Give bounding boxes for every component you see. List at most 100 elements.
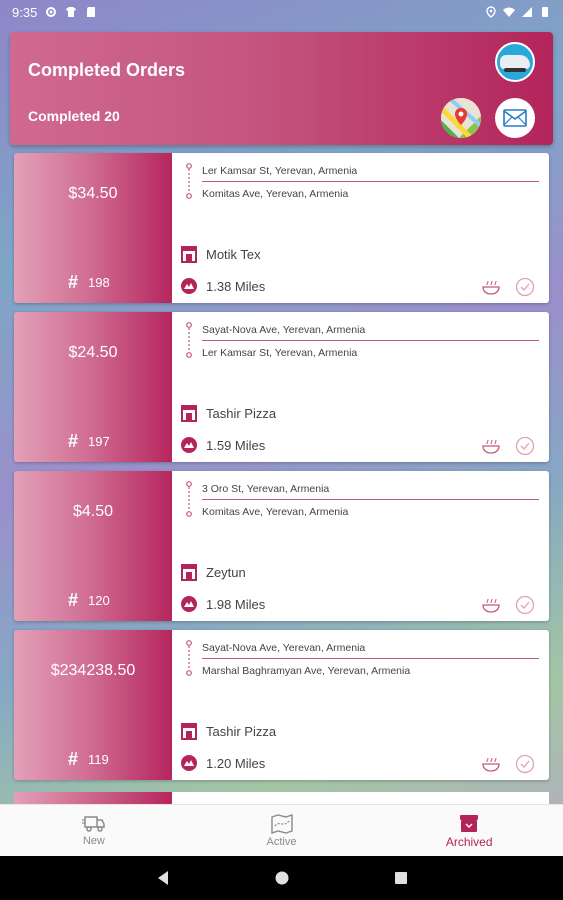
order-summary: $34.50 # 198 xyxy=(14,153,172,303)
dropoff-address: Komitas Ave, Yerevan, Armenia xyxy=(202,506,349,518)
maps-button[interactable] xyxy=(441,98,481,138)
shop-row: Tashir Pizza xyxy=(180,404,276,422)
battery-icon xyxy=(542,7,548,17)
route-icon xyxy=(186,163,192,199)
order-number: 119 xyxy=(88,752,109,767)
pickup-address: 3 Oro St, Yerevan, Armenia xyxy=(202,483,539,500)
store-icon xyxy=(181,723,197,740)
distance-value: 1.59 Miles xyxy=(206,437,266,453)
route-icon xyxy=(186,640,192,676)
location-icon xyxy=(486,6,496,18)
mail-button[interactable] xyxy=(495,98,535,138)
order-actions xyxy=(481,595,535,615)
check-circle-icon[interactable] xyxy=(515,595,535,615)
order-number: 120 xyxy=(88,593,110,608)
order-price: $234238.50 xyxy=(50,662,136,679)
order-details: Ler Kamsar St, Yerevan, Armenia Komitas … xyxy=(172,153,549,303)
shop-row: Motik Tex xyxy=(180,245,261,263)
order-number-row: # 197 xyxy=(68,431,110,452)
order-card[interactable]: $4.50 # 120 3 Oro St, Yerevan, Armenia K… xyxy=(14,471,549,621)
shop-name: Tashir Pizza xyxy=(206,405,277,421)
food-bowl-icon[interactable] xyxy=(481,437,501,455)
tab-new[interactable]: New xyxy=(0,805,188,856)
distance-value: 1.38 Miles xyxy=(206,278,266,294)
status-time: 9:35 xyxy=(12,4,38,20)
order-number-row: # 119 xyxy=(68,749,109,770)
store-icon xyxy=(181,246,197,263)
order-card[interactable]: $34.50 # 198 Ler Kamsar St, Yerevan, Arm… xyxy=(14,153,549,303)
page-title: Completed Orders xyxy=(28,60,186,80)
route-icon xyxy=(186,322,192,358)
order-actions xyxy=(481,277,535,297)
completed-count: Completed 20 xyxy=(28,108,120,124)
maps-icon xyxy=(441,98,481,138)
check-circle-icon[interactable] xyxy=(515,436,535,456)
delivery-truck-icon xyxy=(81,815,105,832)
pickup-address: Sayat-Nova Ave, Yerevan, Armenia xyxy=(202,642,539,659)
distance-icon xyxy=(181,278,197,294)
pickup-address: Sayat-Nova Ave, Yerevan, Armenia xyxy=(202,324,539,341)
order-list[interactable]: $34.50 # 198 Ler Kamsar St, Yerevan, Arm… xyxy=(14,153,549,789)
distance-row: 1.59 Miles xyxy=(180,436,265,454)
check-circle-icon[interactable] xyxy=(515,277,535,297)
food-bowl-icon[interactable] xyxy=(481,278,501,296)
sd-card-icon xyxy=(87,7,96,17)
order-price: $34.50 xyxy=(68,185,118,202)
dropoff-address: Komitas Ave, Yerevan, Armenia xyxy=(202,188,349,200)
back-icon[interactable] xyxy=(156,870,170,886)
hash-icon: # xyxy=(68,590,79,610)
hash-icon: # xyxy=(68,431,79,451)
shop-row: Zeytun xyxy=(180,563,246,581)
order-details: Sayat-Nova Ave, Yerevan, Armenia Marshal… xyxy=(172,630,549,780)
distance-value: 1.98 Miles xyxy=(206,596,266,612)
distance-icon xyxy=(181,596,197,612)
archive-box-icon xyxy=(460,814,479,832)
order-summary: $234238.50 # 119 xyxy=(14,630,172,780)
pickup-address: Ler Kamsar St, Yerevan, Armenia xyxy=(202,165,539,182)
settings-icon xyxy=(46,7,57,17)
hash-icon: # xyxy=(68,749,79,769)
tab-new-label: New xyxy=(82,834,105,847)
shirt-icon xyxy=(66,7,77,17)
tab-active-label: Active xyxy=(266,835,297,848)
signal-icon xyxy=(522,7,532,17)
distance-row: 1.20 Miles xyxy=(180,754,265,772)
system-nav-bar xyxy=(0,856,563,900)
order-details: 3 Oro St, Yerevan, Armenia Komitas Ave, … xyxy=(172,471,549,621)
mail-icon xyxy=(503,109,527,127)
tab-archived-label: Archived xyxy=(445,834,493,849)
home-icon[interactable] xyxy=(274,870,290,886)
distance-icon xyxy=(181,437,197,453)
check-circle-icon[interactable] xyxy=(515,754,535,774)
shop-name: Zeytun xyxy=(206,564,246,580)
order-price: $4.50 xyxy=(72,503,114,520)
order-summary: $4.50 # 120 xyxy=(14,471,172,621)
map-route-icon xyxy=(270,813,293,834)
tab-archived[interactable]: Archived xyxy=(375,805,563,856)
order-number-row: # 198 xyxy=(68,272,110,293)
order-number-row: # 120 xyxy=(68,590,110,611)
order-details: Sayat-Nova Ave, Yerevan, Armenia Ler Kam… xyxy=(172,312,549,462)
tab-active[interactable]: Active xyxy=(188,805,376,856)
order-card[interactable]: $234238.50 # 119 Sayat-Nova Ave, Yerevan… xyxy=(14,630,549,780)
shop-name: Tashir Pizza xyxy=(206,723,277,739)
route-icon xyxy=(186,481,192,517)
shop-name: Motik Tex xyxy=(206,246,261,262)
dropoff-address: Ler Kamsar St, Yerevan, Armenia xyxy=(202,347,358,359)
food-bowl-icon[interactable] xyxy=(481,596,501,614)
status-bar: 9:35 xyxy=(0,0,563,24)
shop-row: Tashir Pizza xyxy=(180,722,276,740)
wifi-icon xyxy=(503,7,515,17)
bottom-nav: New Active Archived xyxy=(0,804,563,856)
order-number: 198 xyxy=(88,275,110,290)
avatar[interactable] xyxy=(495,42,535,82)
car-icon xyxy=(500,55,530,72)
order-card[interactable]: $24.50 # 197 Sayat-Nova Ave, Yerevan, Ar… xyxy=(14,312,549,462)
header-card: Completed Orders Completed 20 xyxy=(10,32,553,145)
distance-value: 1.20 Miles xyxy=(206,755,266,771)
store-icon xyxy=(181,564,197,581)
order-number: 197 xyxy=(88,434,110,449)
recents-icon[interactable] xyxy=(394,871,408,885)
food-bowl-icon[interactable] xyxy=(481,755,501,773)
order-price: $24.50 xyxy=(68,344,118,361)
